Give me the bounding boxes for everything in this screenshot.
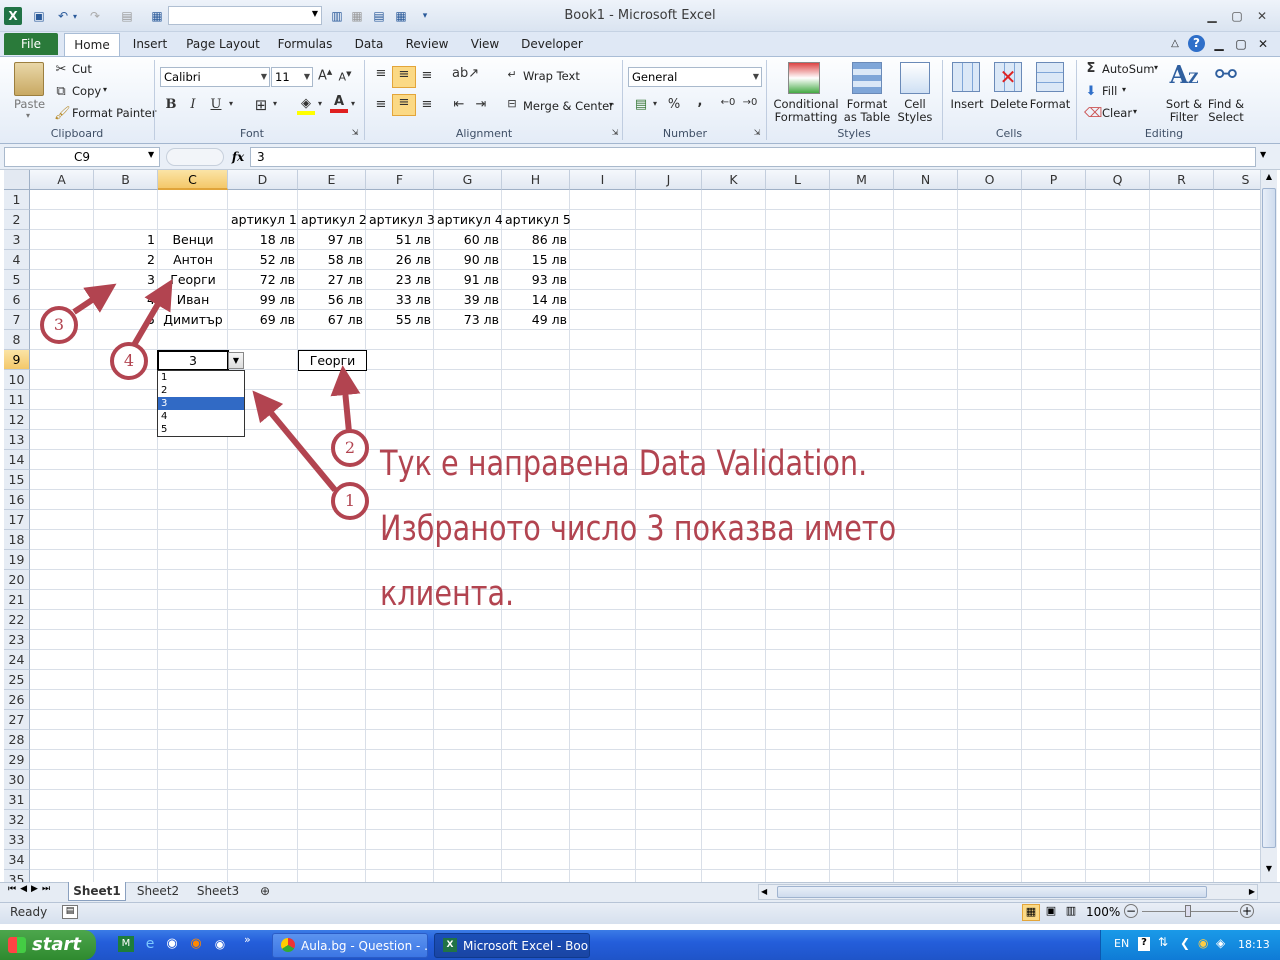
quicklaunch-firefox-icon[interactable]: ◉ (188, 936, 204, 952)
sheet-tab-sheet1[interactable]: Sheet1 (68, 882, 126, 901)
macro-record-icon[interactable]: ▤ (62, 905, 78, 919)
excel-task-icon: X (443, 938, 457, 952)
scroll-right-icon[interactable]: ▶ (1249, 885, 1255, 899)
annotation-line-1: Тук е направена Data Validation. (380, 444, 868, 484)
scroll-down-icon[interactable]: ▼ (1262, 864, 1276, 878)
tray-expand-icon[interactable]: ❮ (1180, 936, 1190, 950)
annotation-marker-1: 1 (331, 482, 369, 520)
annotation-marker-2: 2 (331, 429, 369, 467)
status-ready: Ready (10, 905, 48, 919)
annotation-line-2: Избраното число 3 показва името (380, 509, 897, 549)
horizontal-scrollbar[interactable]: ◀ ▶ (758, 884, 1258, 900)
clock: 18:13 (1238, 938, 1270, 951)
annotation-marker-4: 4 (110, 342, 148, 380)
chrome-icon (281, 938, 295, 952)
zoom-out-icon[interactable]: − (1124, 904, 1138, 918)
task-chrome[interactable]: Aula.bg - Question - ... (272, 933, 428, 958)
volume-tray-icon[interactable]: ◈ (1216, 936, 1225, 950)
horizontal-scroll-thumb[interactable] (777, 886, 1207, 898)
quicklaunch-app-icon[interactable]: M (118, 936, 134, 952)
page-layout-view-icon[interactable]: ▣ (1042, 904, 1060, 921)
arrow-1 (252, 390, 338, 492)
task-excel[interactable]: Microsoft Excel - Book1 (434, 933, 590, 958)
scroll-left-icon[interactable]: ◀ (761, 885, 767, 899)
quicklaunch-chrome-icon[interactable]: ◉ (164, 936, 180, 952)
windows-logo-icon (8, 937, 26, 953)
vertical-scrollbar[interactable]: ▲ ▼ (1260, 170, 1277, 882)
quicklaunch-more-icon[interactable]: » (244, 933, 251, 946)
normal-view-icon[interactable]: ▦ (1022, 904, 1040, 921)
tray-app-icon[interactable]: ◉ (1198, 936, 1208, 950)
sheet-tab-sheet3[interactable]: Sheet3 (190, 882, 246, 901)
arrow-2 (330, 365, 361, 433)
annotation-marker-3: 3 (40, 306, 78, 344)
language-indicator[interactable]: EN (1114, 937, 1129, 950)
quicklaunch-ie-icon[interactable]: e (142, 936, 158, 952)
insert-sheet-icon[interactable]: ⊕ (252, 882, 278, 901)
sheet-tab-sheet2[interactable]: Sheet2 (130, 882, 186, 901)
zoom-slider-handle[interactable] (1185, 905, 1191, 917)
zoom-level[interactable]: 100% (1086, 905, 1120, 919)
network-tray-icon[interactable]: ⇅ (1158, 935, 1168, 949)
quicklaunch-app2-icon[interactable]: ◉ (212, 936, 228, 952)
annotation-line-3: клиента. (380, 574, 515, 614)
scroll-up-icon[interactable]: ▲ (1262, 172, 1276, 186)
sheet-nav-icons[interactable]: ⏮◀▶⏭ (8, 884, 54, 894)
arrow-3 (72, 283, 117, 315)
vertical-scroll-thumb[interactable] (1262, 188, 1276, 848)
page-break-view-icon[interactable]: ▥ (1062, 904, 1080, 921)
arrow-4 (131, 279, 173, 347)
zoom-in-icon[interactable]: + (1240, 904, 1254, 918)
help-tray-icon[interactable]: ? (1138, 937, 1150, 951)
